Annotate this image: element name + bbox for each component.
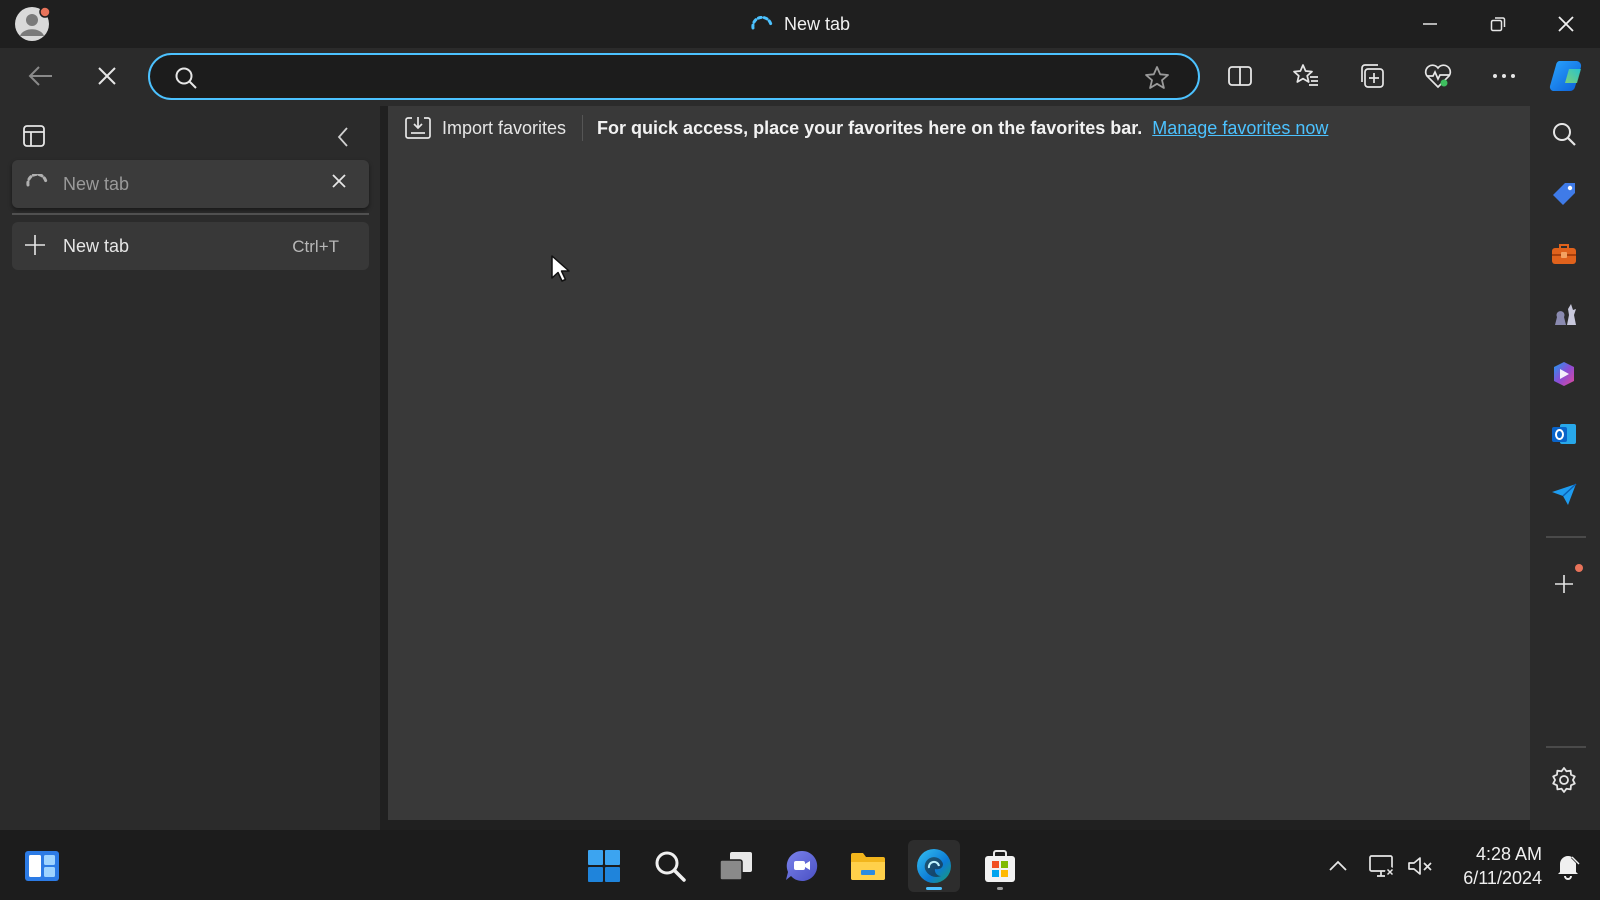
import-icon	[404, 115, 432, 141]
profile-avatar-icon[interactable]	[14, 6, 50, 42]
split-screen-button[interactable]	[1218, 54, 1262, 98]
vertical-tabs-header	[0, 114, 380, 158]
collapse-pane-chevron-icon[interactable]	[336, 126, 350, 148]
import-favorites-label: Import favorites	[442, 117, 567, 138]
clock-date: 6/11/2024	[1463, 868, 1542, 888]
vertical-tabs-panel: New tab New tab Ctrl+T	[0, 106, 380, 830]
window-title: New tab	[750, 12, 850, 36]
sidebar-search-button[interactable]	[1542, 112, 1586, 156]
active-app-indicator	[926, 887, 942, 890]
close-window-button[interactable]	[1532, 0, 1600, 48]
new-tab-button[interactable]: New tab Ctrl+T	[12, 222, 369, 270]
page-content[interactable]: Import favorites For quick access, place…	[388, 106, 1530, 820]
add-favorite-star-icon[interactable]	[1144, 65, 1170, 91]
stop-loading-button[interactable]	[85, 54, 129, 98]
restore-button[interactable]	[1464, 0, 1532, 48]
mouse-cursor-icon	[550, 254, 572, 284]
taskbar-clock[interactable]: 4:28 AM 6/11/2024	[1450, 842, 1542, 890]
new-tab-label: New tab	[63, 236, 130, 256]
favorites-button[interactable]	[1284, 54, 1328, 98]
sidebar-settings-button[interactable]	[1542, 758, 1586, 802]
sidebar-tools-button[interactable]	[1542, 232, 1586, 276]
sidebar-send-button[interactable]	[1542, 472, 1586, 516]
address-input[interactable]	[216, 63, 1096, 91]
browser-toolbar	[0, 48, 1600, 106]
close-tab-icon[interactable]	[330, 172, 348, 190]
microsoft-store-button[interactable]	[974, 840, 1026, 892]
favorites-bar: Import favorites For quick access, place…	[388, 106, 1530, 150]
network-icon[interactable]	[1362, 840, 1402, 892]
tab-label: New tab	[63, 174, 130, 194]
notifications-bell-icon[interactable]	[1546, 840, 1590, 892]
sidebar-divider	[1546, 536, 1586, 538]
collections-button[interactable]	[1350, 54, 1394, 98]
show-hidden-icons-button[interactable]	[1318, 840, 1358, 892]
tab-divider	[12, 213, 369, 215]
search-icon	[174, 66, 198, 90]
running-app-indicator	[997, 887, 1003, 890]
sidebar-copilot-button[interactable]	[1542, 352, 1586, 396]
volume-muted-icon[interactable]	[1400, 840, 1440, 892]
teams-chat-button[interactable]	[776, 840, 828, 892]
sidebar-add-button[interactable]	[1542, 562, 1586, 606]
tab-actions-menu-icon[interactable]	[22, 124, 46, 148]
manage-favorites-link[interactable]: Manage favorites now	[1152, 118, 1328, 139]
window-title-text: New tab	[784, 13, 851, 34]
start-button[interactable]	[578, 840, 630, 892]
address-bar[interactable]	[148, 53, 1200, 100]
windows-taskbar: 4:28 AM 6/11/2024	[0, 830, 1600, 900]
browser-essentials-button[interactable]	[1416, 54, 1460, 98]
taskbar-search-button[interactable]	[644, 840, 696, 892]
settings-more-button[interactable]	[1482, 54, 1526, 98]
copilot-button[interactable]	[1544, 54, 1588, 98]
loading-spinner-icon	[750, 16, 774, 32]
new-tab-shortcut: Ctrl+T	[292, 237, 339, 256]
file-explorer-button[interactable]	[842, 840, 894, 892]
title-bar: New tab	[0, 0, 1600, 48]
notification-dot	[1575, 564, 1583, 572]
edge-sidebar	[1530, 106, 1600, 830]
back-button[interactable]	[19, 54, 63, 98]
task-view-button[interactable]	[710, 840, 762, 892]
sidebar-shopping-button[interactable]	[1542, 172, 1586, 216]
minimize-button[interactable]	[1396, 0, 1464, 48]
sidebar-games-button[interactable]	[1542, 292, 1586, 336]
loading-spinner-icon	[25, 174, 49, 190]
clock-time: 4:28 AM	[1475, 844, 1542, 864]
sidebar-divider	[1546, 746, 1586, 748]
plus-icon	[24, 234, 46, 256]
import-favorites-button[interactable]: Import favorites	[404, 115, 566, 141]
favorites-bar-message: For quick access, place your favorites h…	[597, 117, 1143, 138]
favorites-bar-divider	[582, 115, 584, 141]
widgets-button[interactable]	[16, 840, 68, 892]
sidebar-outlook-button[interactable]	[1542, 412, 1586, 456]
tab-new-tab[interactable]: New tab	[12, 160, 369, 208]
edge-taskbar-button[interactable]	[908, 840, 960, 892]
